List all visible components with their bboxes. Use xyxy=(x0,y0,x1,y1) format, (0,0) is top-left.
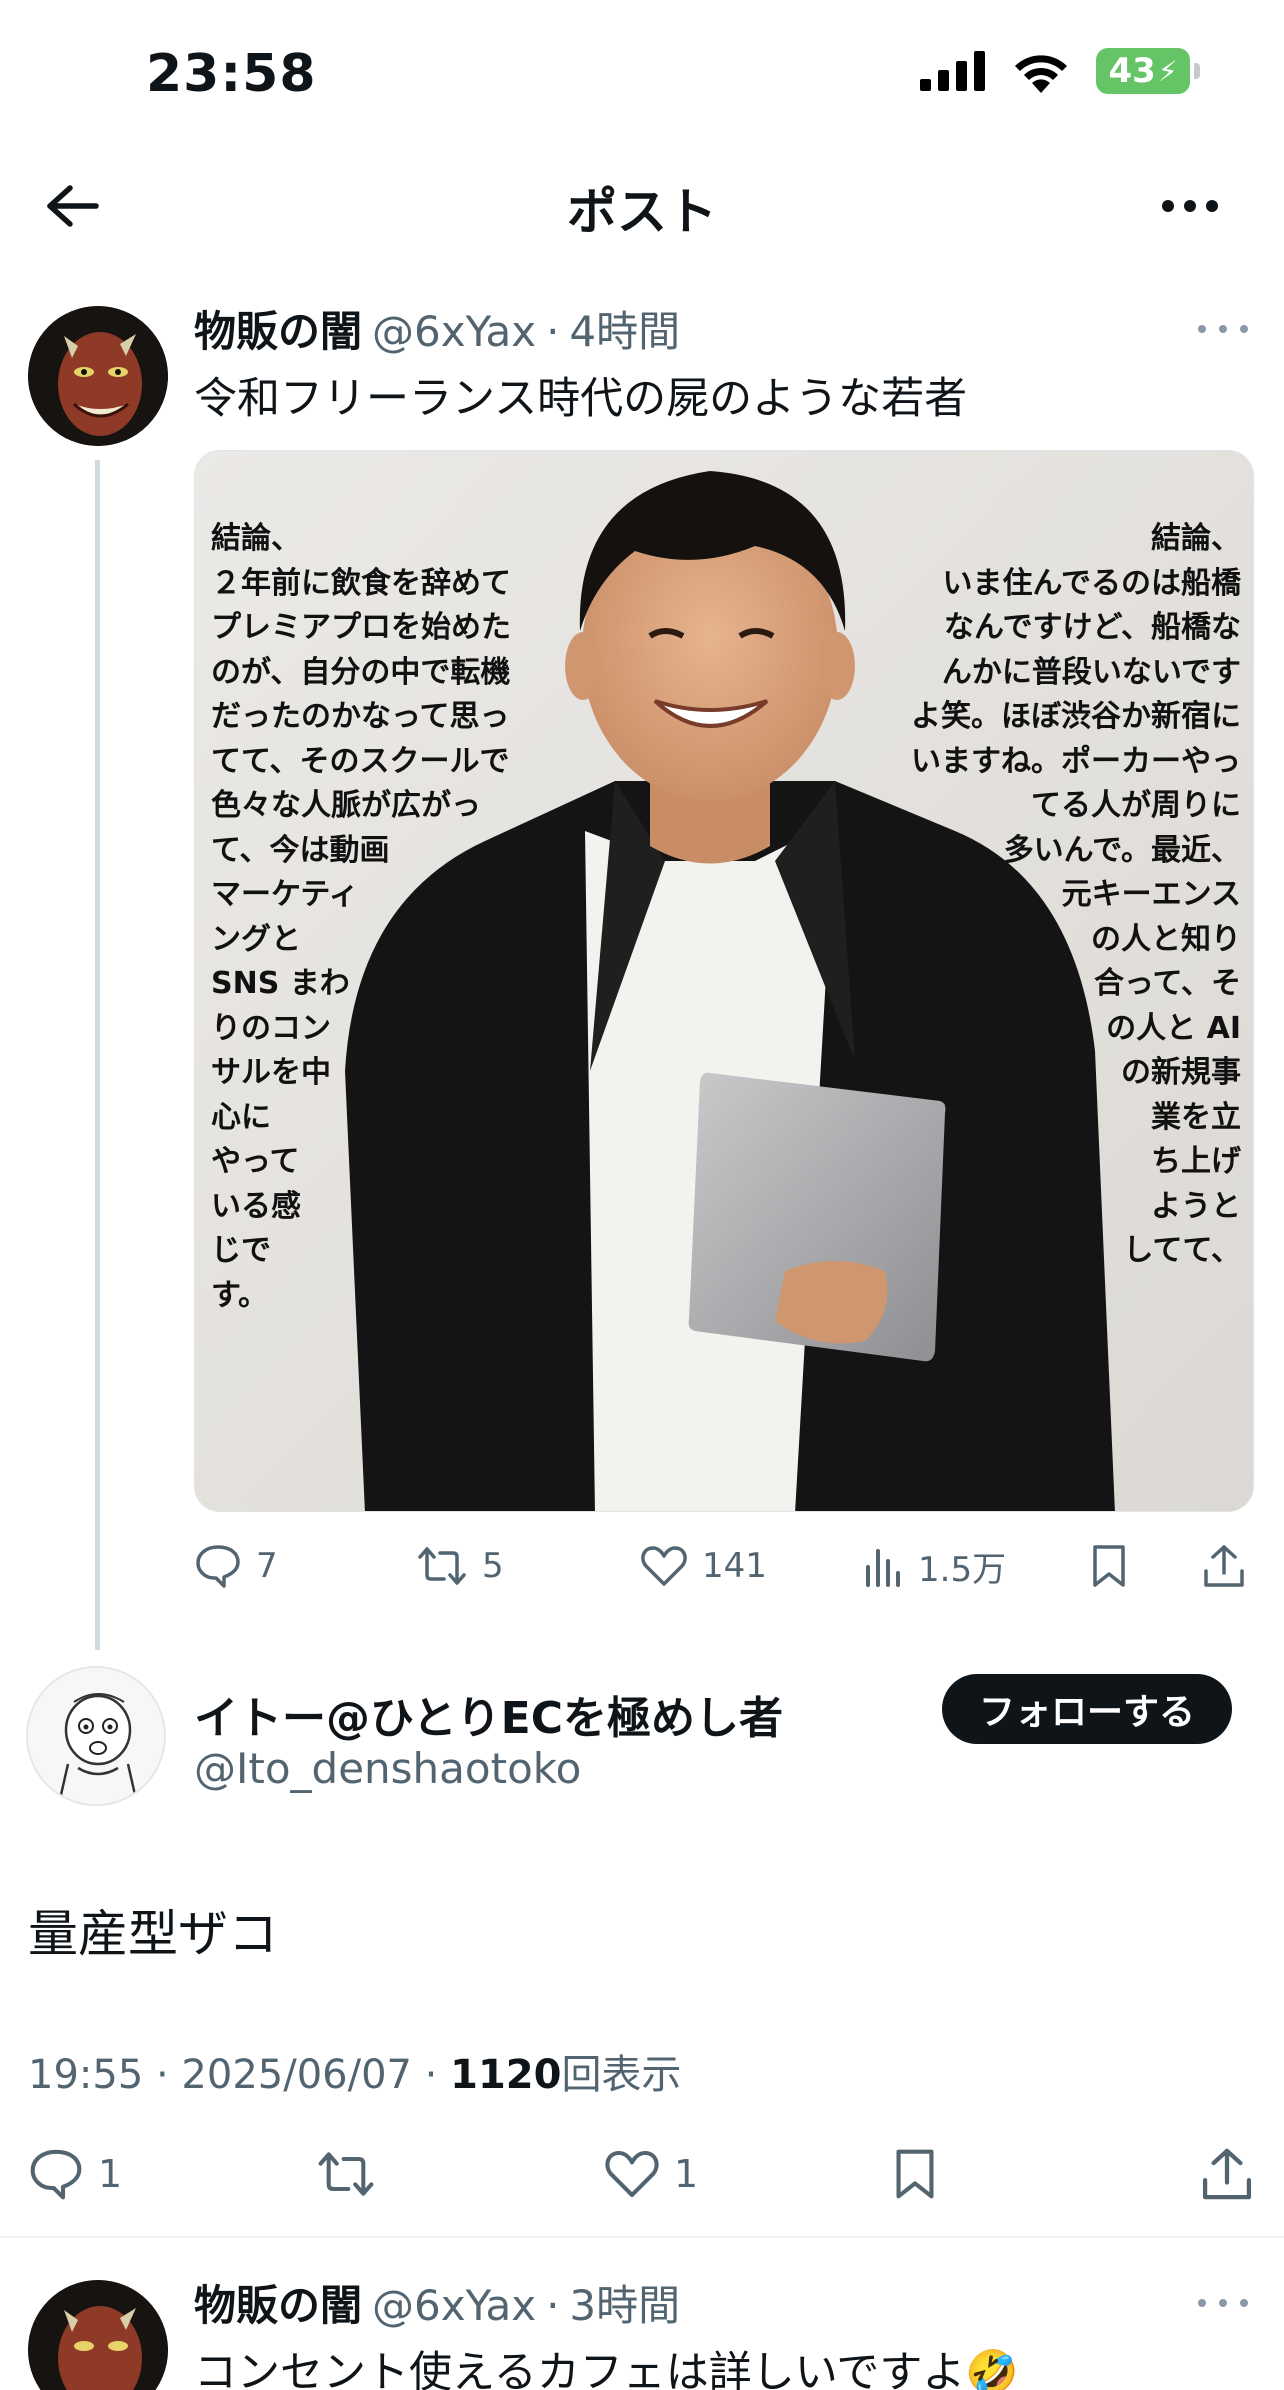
like-button[interactable]: 141 xyxy=(640,1544,864,1588)
charging-bolt-icon: ⚡ xyxy=(1157,54,1178,88)
reply-text: 量産型ザコ xyxy=(28,1905,278,1963)
tweet-meta: 物販の闇 @6xYax · 3時間 xyxy=(194,2272,680,2333)
analytics-icon xyxy=(866,1549,900,1587)
option-dot-icon xyxy=(1198,325,1206,333)
bookmark-button[interactable] xyxy=(892,2147,1172,2201)
tweet-text: 令和フリーランス時代の屍のような若者 xyxy=(194,374,968,424)
share-button[interactable] xyxy=(1200,2146,1254,2202)
reply-count: 7 xyxy=(256,1546,278,1586)
page-title: ポスト xyxy=(567,183,717,241)
option-dot-icon xyxy=(1219,325,1227,333)
post-metadata: 19:55 · 2025/06/07 · 1120回表示 xyxy=(28,2042,681,2100)
tweet-actions: 7 5 141 1.5万 xyxy=(194,1531,1254,1601)
share-icon xyxy=(1202,2148,1252,2200)
status-bar: 23:58 43 ⚡ xyxy=(0,0,1284,150)
tweet-text: コンセント使えるカフェは詳しいですよ🤣 xyxy=(194,2348,1019,2390)
more-options-button[interactable] xyxy=(1150,176,1230,236)
reply-icon xyxy=(196,1545,240,1588)
post-header: ポスト xyxy=(0,150,1284,260)
option-dot-icon xyxy=(1240,2299,1248,2307)
battery-indicator: 43 ⚡ xyxy=(1096,48,1200,94)
like-count: 1 xyxy=(674,2152,699,2196)
option-dot-icon xyxy=(1198,2299,1206,2307)
status-time: 23:58 xyxy=(146,44,317,104)
heart-icon xyxy=(605,2150,659,2198)
separator: · xyxy=(546,307,560,356)
repost-button[interactable]: 5 xyxy=(416,1545,640,1587)
view-count: 1120 xyxy=(450,2052,562,2098)
display-name[interactable]: 物販の闇 xyxy=(194,298,362,359)
battery-level: 43 xyxy=(1108,51,1156,91)
image-text-left: 結論、 ２年前に飲食を辞めて プレミアプロを始めた のが、自分の中で転機 だった… xyxy=(211,521,511,1313)
views-button[interactable]: 1.5万 xyxy=(864,1542,1090,1591)
avatar[interactable] xyxy=(26,1666,166,1806)
like-count: 141 xyxy=(702,1546,767,1586)
thread-line xyxy=(95,460,100,1650)
follow-button[interactable]: フォローする xyxy=(942,1674,1232,1744)
wifi-icon xyxy=(1015,55,1067,93)
oni-mask-avatar-icon xyxy=(28,306,168,446)
repost-icon xyxy=(318,2152,374,2196)
separator: · xyxy=(546,2281,560,2330)
image-text-right: 結論、 いま住んでるのは船橋 なんですけど、船橋な んかに普段いないです よ笑。… xyxy=(911,521,1241,1268)
bookmark-button[interactable] xyxy=(1090,1543,1202,1589)
status-icons: 43 ⚡ xyxy=(920,48,1200,94)
repost-button[interactable] xyxy=(316,2149,576,2199)
heart-icon xyxy=(641,1546,687,1586)
repost-count: 5 xyxy=(482,1546,504,1586)
display-name[interactable]: 物販の闇 xyxy=(194,2272,362,2333)
option-dot-icon xyxy=(1240,325,1248,333)
next-tweet[interactable]: 物販の闇 @6xYax · 3時間 コンセント使えるカフェは詳しいですよ🤣 xyxy=(0,2240,1284,2390)
tweet-image[interactable]: 結論、 ２年前に飲食を辞めて プレミアプロを始めた のが、自分の中で転機 だった… xyxy=(194,450,1254,1512)
avatar[interactable] xyxy=(28,306,168,446)
share-icon xyxy=(1204,1545,1244,1587)
bookmark-icon xyxy=(1093,1545,1125,1587)
reply-icon xyxy=(30,2149,82,2200)
reply-button[interactable]: 1 xyxy=(28,2147,288,2201)
view-count: 1.5万 xyxy=(918,1549,1007,1590)
view-label: 回表示 xyxy=(561,2052,682,2098)
display-name[interactable]: イトー@ひとりECを極めし者 xyxy=(194,1682,783,1746)
reply-button[interactable]: 7 xyxy=(194,1543,416,1589)
post-timestamp: 19:55 · 2025/06/07 · xyxy=(28,2052,451,2098)
oni-mask-avatar-icon xyxy=(28,2280,168,2390)
divider xyxy=(0,2236,1284,2238)
repost-icon xyxy=(418,1547,466,1585)
option-dot-icon xyxy=(1219,2299,1227,2307)
bookmark-icon xyxy=(896,2149,934,2199)
tweet-options-button[interactable] xyxy=(1198,2288,1248,2318)
cellular-signal-icon xyxy=(920,51,985,91)
user-handle[interactable]: @6xYax xyxy=(372,2281,536,2330)
like-button[interactable]: 1 xyxy=(604,2148,864,2200)
reply-actions: 1 1 xyxy=(28,2134,1254,2214)
user-handle[interactable]: @6xYax xyxy=(372,307,536,356)
time-ago[interactable]: 3時間 xyxy=(569,2272,680,2333)
reply-count: 1 xyxy=(98,2152,123,2196)
tweet-meta: 物販の闇 @6xYax · 4時間 xyxy=(194,298,680,359)
tweet-options-button[interactable] xyxy=(1198,314,1248,344)
sketch-character-avatar-icon xyxy=(28,1668,164,1804)
time-ago[interactable]: 4時間 xyxy=(569,298,680,359)
user-handle[interactable]: @Ito_denshaotoko xyxy=(194,1744,581,1793)
share-button[interactable] xyxy=(1202,1543,1252,1589)
avatar[interactable] xyxy=(28,2280,168,2390)
more-icon xyxy=(1162,200,1218,212)
